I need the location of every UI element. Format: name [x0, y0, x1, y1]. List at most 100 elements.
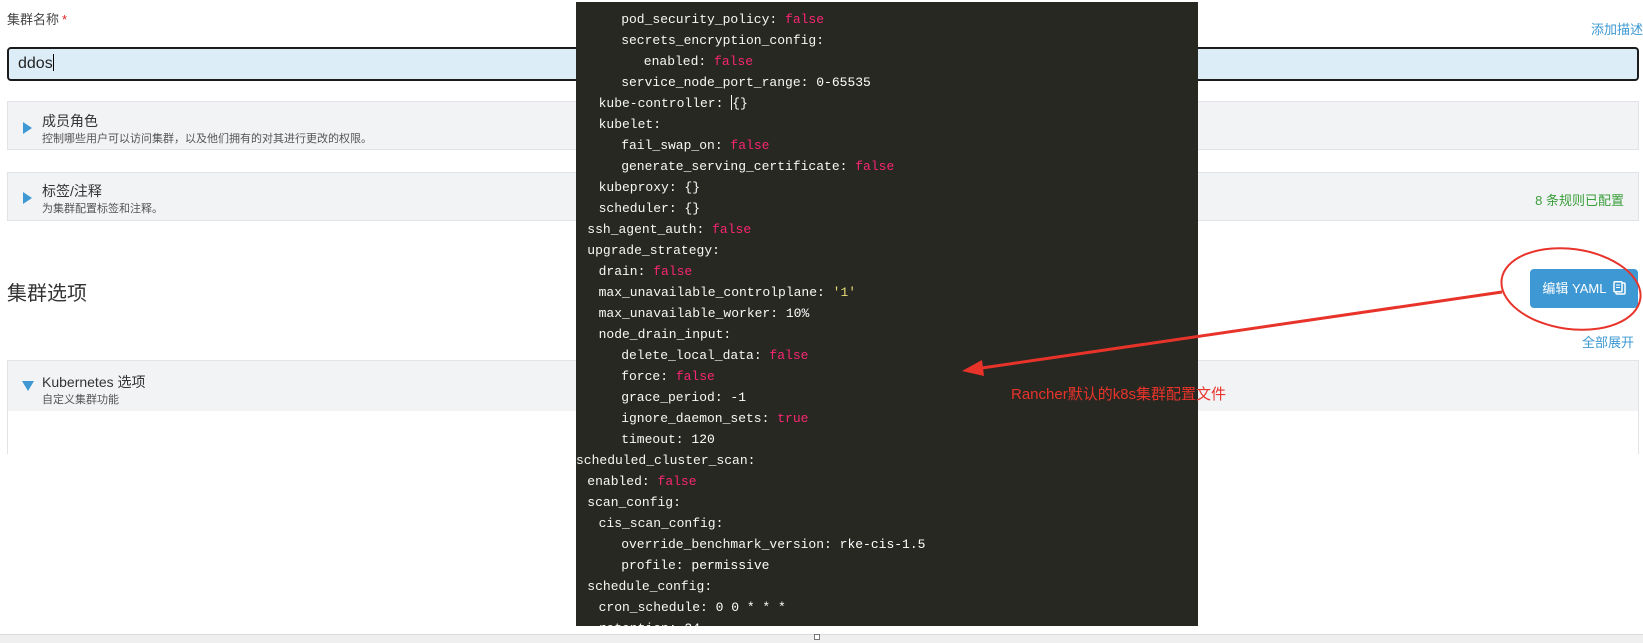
- yaml-value: false: [730, 138, 770, 153]
- yaml-separator: :: [770, 306, 786, 321]
- yaml-key: ignore_daemon_sets: [621, 411, 762, 426]
- yaml-separator: :: [753, 348, 770, 363]
- members-panel-title: 成员角色: [42, 113, 98, 129]
- members-panel-subtitle: 控制哪些用户可以访问集群，以及他们拥有的对其进行更改的权限。: [42, 133, 372, 145]
- yaml-separator: :: [675, 432, 692, 447]
- expand-all-link[interactable]: 全部展开: [1582, 332, 1634, 351]
- rules-configured-note: 8 条规则已配置: [1535, 193, 1624, 208]
- yaml-key: generate_serving_certificate: [621, 159, 840, 174]
- yaml-key: kubelet: [598, 117, 654, 132]
- yaml-line: node_drain_input:: [599, 324, 732, 345]
- yaml-line: profile: permissive: [621, 555, 769, 576]
- yaml-line: service_node_port_range: 0-65535: [621, 72, 871, 93]
- yaml-line: drain: false: [599, 261, 693, 282]
- edit-yaml-button[interactable]: 编辑 YAML: [1530, 269, 1638, 308]
- yaml-value: {}: [732, 96, 748, 111]
- yaml-separator: :: [714, 138, 731, 153]
- yaml-value: permissive: [691, 558, 770, 573]
- yaml-line: override_benchmark_version: rke-cis-1.5: [621, 534, 925, 555]
- yaml-key: max_unavailable_controlplane: [598, 285, 818, 300]
- add-description-link[interactable]: 添加描述: [1591, 19, 1643, 38]
- yaml-line: scheduler: {}: [599, 198, 700, 219]
- yaml-separator: :: [660, 369, 676, 384]
- yaml-line: secrets_encryption_config:: [621, 30, 824, 51]
- yaml-line: timeout: 120: [621, 429, 715, 450]
- yaml-key: kube-controller: [598, 96, 716, 111]
- yaml-key: force: [621, 369, 661, 384]
- yaml-key: scheduled_cluster_scan: [576, 453, 748, 468]
- yaml-line: retention: 24: [599, 618, 700, 626]
- yaml-key: scheduler: [598, 201, 669, 216]
- yaml-separator: :: [747, 453, 756, 468]
- yaml-key: kubeproxy: [598, 180, 669, 195]
- yaml-separator: :: [653, 117, 662, 132]
- yaml-separator: :: [723, 327, 732, 342]
- yaml-line: kube-controller: {}: [599, 93, 748, 114]
- yaml-separator: :: [675, 558, 692, 573]
- yaml-line: scan_config:: [587, 492, 681, 513]
- yaml-key: scan_config: [587, 495, 674, 510]
- yaml-value: 24: [684, 621, 700, 626]
- resize-handle[interactable]: [814, 634, 820, 640]
- yaml-value: true: [777, 411, 809, 426]
- yaml-separator: :: [839, 159, 856, 174]
- yaml-key: service_node_port_range: [621, 75, 801, 90]
- yaml-value: false: [712, 222, 752, 237]
- yaml-separator: :: [641, 474, 658, 489]
- yaml-line: kubelet:: [599, 114, 661, 135]
- yaml-line: kubeproxy: {}: [599, 177, 700, 198]
- yaml-value: 0 0 * * *: [715, 600, 786, 615]
- yaml-key: grace_period: [621, 390, 715, 405]
- yaml-separator: :: [673, 495, 681, 510]
- yaml-value: false: [855, 159, 895, 174]
- yaml-line: enabled: false: [644, 51, 753, 72]
- yaml-line: scheduled_cluster_scan:: [576, 450, 755, 471]
- yaml-key: max_unavailable_worker: [598, 306, 771, 321]
- yaml-line: schedule_config:: [587, 576, 712, 597]
- yaml-value: rke-cis-1.5: [839, 537, 926, 552]
- yaml-line: delete_local_data: false: [621, 345, 808, 366]
- yaml-line: generate_serving_certificate: false: [621, 156, 894, 177]
- yaml-key: secrets_encryption_config: [621, 33, 817, 48]
- yaml-key: enabled: [643, 54, 699, 69]
- yaml-key: delete_local_data: [621, 348, 754, 363]
- yaml-line: force: false: [621, 366, 715, 387]
- labels-panel-title: 标签/注释: [42, 183, 102, 199]
- yaml-separator: :: [696, 222, 713, 237]
- yaml-separator: :: [668, 201, 685, 216]
- yaml-separator: :: [669, 621, 685, 626]
- yaml-key: fail_swap_on: [621, 138, 715, 153]
- yaml-line: ssh_agent_auth: false: [587, 219, 751, 240]
- yaml-value: false: [675, 369, 715, 384]
- yaml-value: 10%: [785, 306, 810, 321]
- yaml-key: upgrade_strategy: [587, 243, 713, 258]
- yaml-key: cis_scan_config: [598, 516, 716, 531]
- triangle-right-icon: [23, 192, 32, 204]
- yaml-separator: :: [712, 243, 720, 258]
- yaml-key: profile: [621, 558, 676, 573]
- yaml-key: retention: [599, 621, 669, 626]
- yaml-separator: :: [824, 537, 840, 552]
- yaml-key: node_drain_input: [598, 327, 724, 342]
- yaml-line: fail_swap_on: false: [621, 135, 769, 156]
- annotation-text: Rancher默认的k8s集群配置文件: [1011, 386, 1227, 403]
- cluster-name-label-text: 集群名称: [7, 12, 60, 27]
- yaml-line: max_unavailable_controlplane: '1': [599, 282, 856, 303]
- yaml-editor[interactable]: pod_security_policy: false secrets_encryp…: [576, 2, 1198, 626]
- yaml-value: {}: [684, 180, 701, 195]
- yaml-line: cron_schedule: 0 0 * * *: [599, 597, 786, 618]
- yaml-line: max_unavailable_worker: 10%: [599, 303, 810, 324]
- yaml-key: schedule_config: [587, 579, 705, 594]
- text-caret: [52, 54, 54, 71]
- cluster-options-title: 集群选项: [7, 283, 87, 305]
- yaml-value: false: [657, 474, 697, 489]
- labels-panel-subtitle: 为集群配置标签和注释。: [42, 203, 163, 215]
- triangle-down-icon: [22, 381, 34, 391]
- yaml-separator: :: [704, 579, 713, 594]
- yaml-line: enabled: false: [587, 471, 696, 492]
- yaml-line: pod_security_policy: false: [621, 9, 824, 30]
- yaml-value: false: [714, 54, 754, 69]
- yaml-separator: :: [637, 264, 654, 279]
- yaml-separator: :: [761, 411, 778, 426]
- edit-yaml-label: 编辑 YAML: [1542, 281, 1606, 296]
